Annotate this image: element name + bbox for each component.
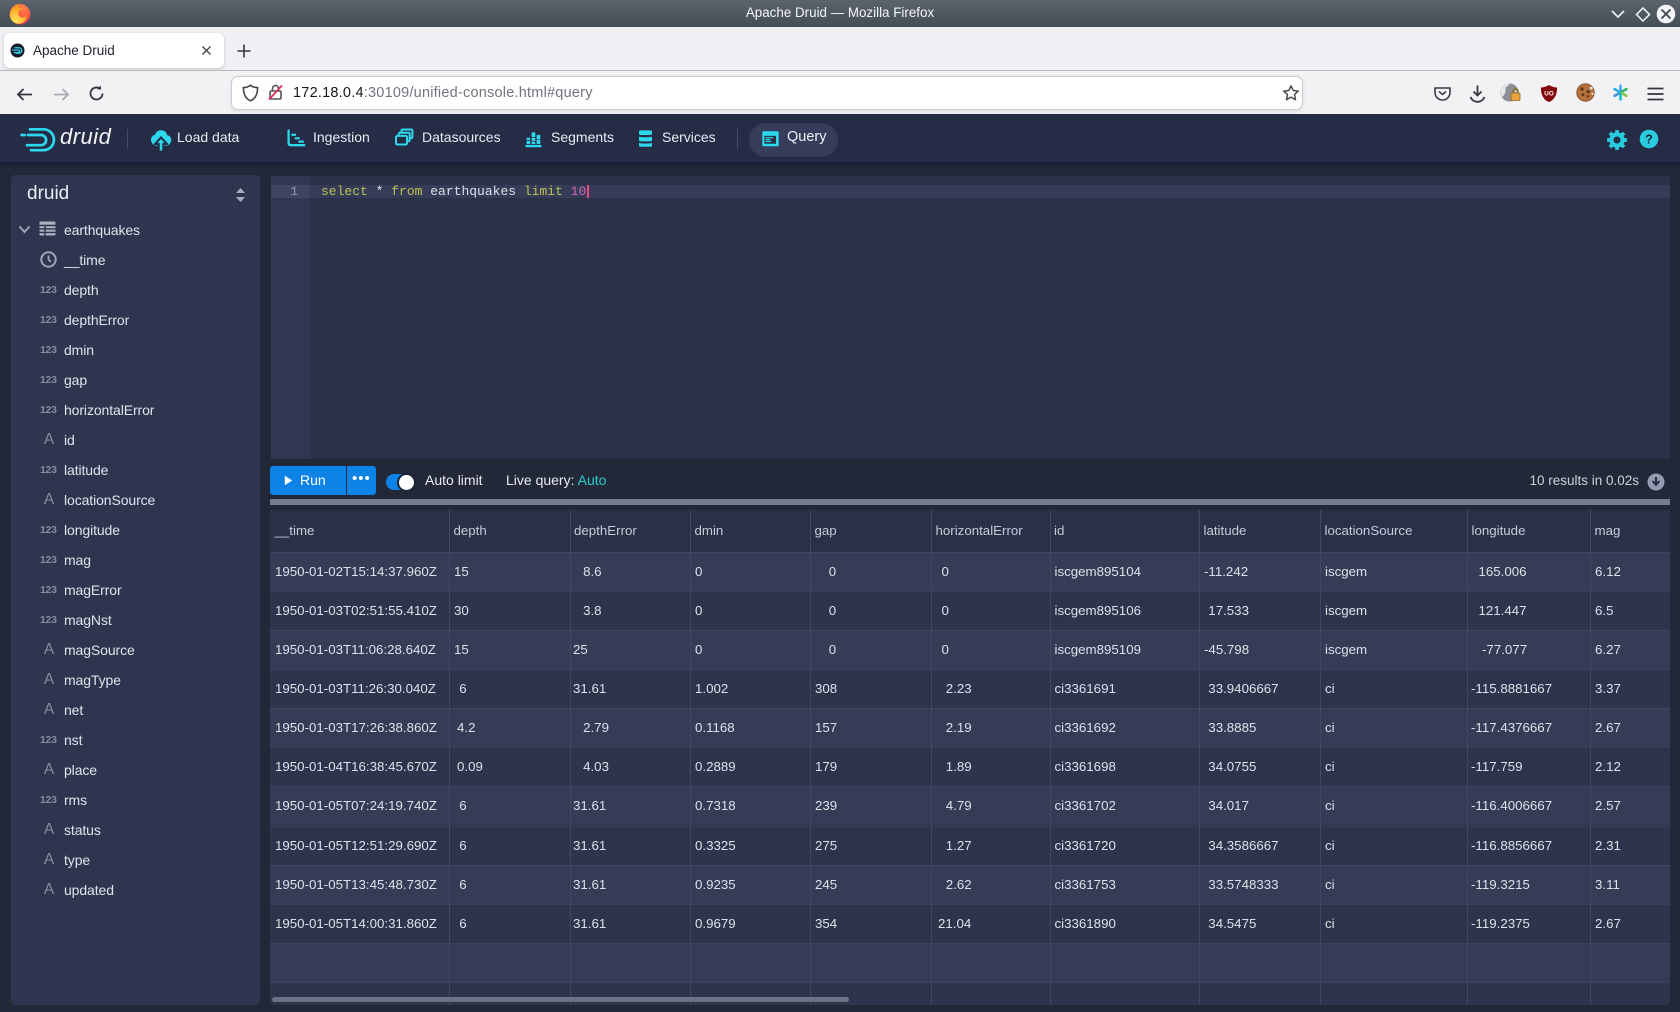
svg-text:?: ? (1645, 132, 1653, 146)
svg-text:UO: UO (1544, 90, 1554, 97)
